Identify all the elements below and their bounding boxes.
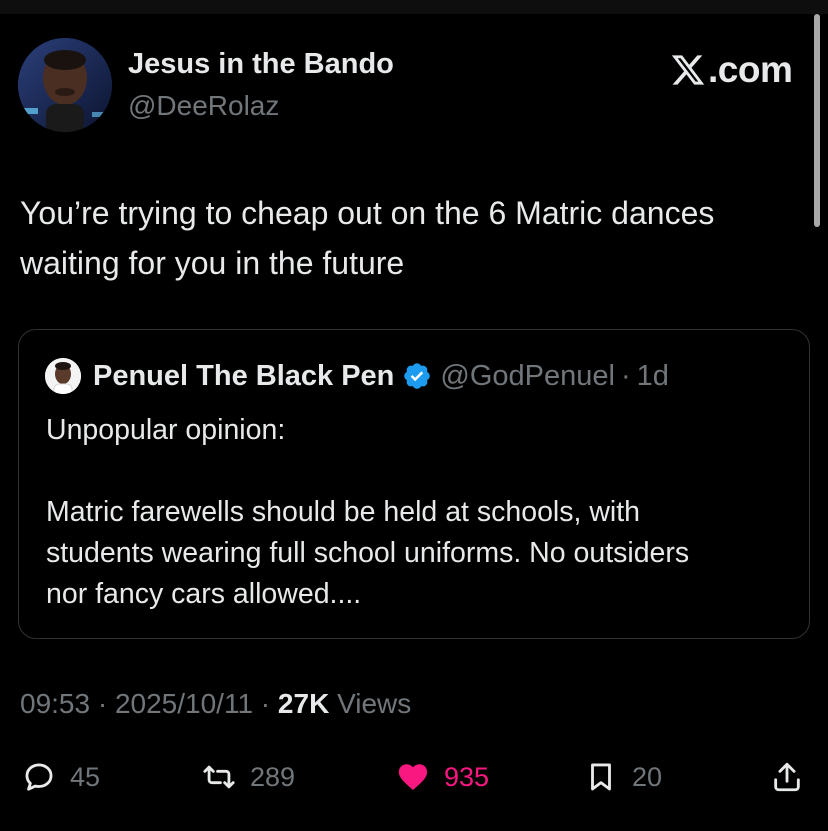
x-brand-logo: .com bbox=[670, 49, 793, 90]
quoted-author-avatar[interactable] bbox=[45, 358, 81, 394]
bookmark-icon bbox=[591, 763, 611, 791]
reply-icon bbox=[25, 763, 53, 791]
share-icon bbox=[774, 762, 800, 792]
reply-button[interactable]: 45 bbox=[22, 752, 100, 802]
author-name[interactable]: Jesus in the Bando bbox=[128, 48, 394, 81]
x-domain-text: .com bbox=[708, 49, 793, 90]
verified-badge-icon bbox=[404, 363, 431, 389]
views-count: 27K bbox=[277, 688, 330, 719]
quoted-text-line: students wearing full school uniforms. N… bbox=[46, 537, 690, 569]
quoted-text-line: Matric farewells should be held at schoo… bbox=[46, 496, 641, 528]
tweet-meta: 09:53 · 2025/10/11 · 27K Views bbox=[20, 688, 411, 720]
meta-separator: · bbox=[90, 688, 115, 719]
tweet-time[interactable]: 09:53 bbox=[20, 688, 90, 719]
action-bar: 45 289 935 20 bbox=[0, 752, 828, 802]
x-logo-icon bbox=[671, 55, 705, 85]
quoted-author-handle[interactable]: @GodPenuel bbox=[440, 360, 615, 393]
bookmark-button[interactable]: 20 bbox=[584, 752, 662, 802]
views-label: Views bbox=[329, 688, 412, 719]
quoted-separator: · bbox=[620, 359, 631, 392]
tweet-text-line: waiting for you in the future bbox=[20, 245, 405, 281]
bookmark-count: 20 bbox=[632, 761, 663, 792]
share-button[interactable] bbox=[770, 752, 804, 802]
tweet-text-line: You’re trying to cheap out on the 6 Matr… bbox=[20, 195, 715, 231]
quoted-tweet-text: Unpopular opinion: Matric farewells shou… bbox=[46, 410, 796, 615]
quoted-text-line: nor fancy cars allowed.... bbox=[46, 578, 362, 610]
top-status-strip bbox=[0, 0, 828, 14]
quoted-tweet-header: Penuel The Black Pen @GodPenuel · 1d bbox=[45, 358, 669, 394]
retweet-icon bbox=[203, 765, 235, 789]
tweet-date[interactable]: 2025/10/11 bbox=[115, 688, 253, 719]
like-count: 935 bbox=[444, 761, 490, 792]
quoted-text-line: Unpopular opinion: bbox=[46, 414, 286, 446]
meta-separator: · bbox=[253, 688, 278, 719]
retweet-button[interactable]: 289 bbox=[202, 752, 295, 802]
author-avatar-image bbox=[18, 38, 112, 132]
quoted-author-name[interactable]: Penuel The Black Pen bbox=[93, 360, 394, 393]
reply-count: 45 bbox=[70, 761, 101, 792]
quoted-tweet-card[interactable]: Penuel The Black Pen @GodPenuel · 1d Unp… bbox=[18, 329, 810, 639]
quoted-timestamp[interactable]: 1d bbox=[637, 360, 669, 393]
quoted-author-avatar-image bbox=[45, 358, 81, 394]
author-handle[interactable]: @DeeRolaz bbox=[128, 90, 279, 122]
like-button[interactable]: 935 bbox=[396, 752, 489, 802]
retweet-count: 289 bbox=[250, 761, 296, 792]
scrollbar[interactable] bbox=[814, 14, 820, 227]
tweet-text: You’re trying to cheap out on the 6 Matr… bbox=[20, 188, 812, 288]
heart-icon bbox=[398, 764, 428, 791]
author-avatar[interactable] bbox=[18, 38, 112, 132]
